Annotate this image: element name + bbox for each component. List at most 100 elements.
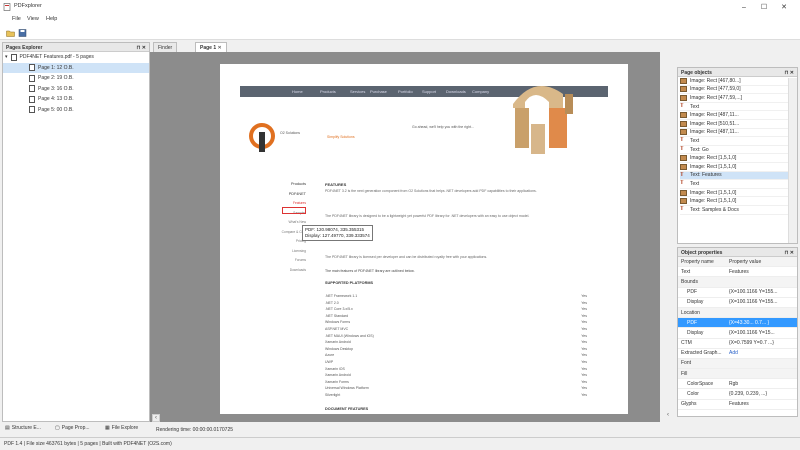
page-object-item[interactable]: Image: Rect [1,5,1,0] xyxy=(680,154,788,163)
page-object-item[interactable]: Image: Rect [510,51... xyxy=(680,120,788,129)
page-object-item[interactable]: T Text: Samples & Docs xyxy=(680,206,788,215)
open-file-icon[interactable] xyxy=(6,29,15,37)
left-menu-item[interactable]: Products xyxy=(280,182,306,186)
page-object-item[interactable]: Image: Rect [487,11... xyxy=(680,129,788,138)
tab-finder[interactable]: Finder xyxy=(153,42,178,52)
features-heading: FEATURES xyxy=(325,182,347,187)
property-row[interactable]: Display {X=100.1166 Y=155... xyxy=(678,298,797,308)
menu-file[interactable]: File xyxy=(12,16,21,22)
property-row[interactable]: Font xyxy=(678,358,797,370)
platform-support: Yes xyxy=(581,353,587,358)
company-name: O2 Solutions xyxy=(280,131,301,135)
platform-name: .NET Framework 1.1 xyxy=(325,294,358,298)
panel-pin-icon[interactable]: ⊓ ✕ xyxy=(137,45,146,51)
page-object-item[interactable]: T Text: Go xyxy=(680,146,788,155)
property-row[interactable]: Display {X=100.1166 Y=15... xyxy=(678,328,797,339)
property-row[interactable]: Bounds xyxy=(678,277,797,288)
tree-page-item[interactable]: Page 5: 00 O.B. xyxy=(3,105,149,116)
property-name: Display xyxy=(687,329,704,336)
platform-support: Yes xyxy=(581,320,587,325)
collapse-icon[interactable]: ▾ xyxy=(5,54,8,60)
tree-page-item[interactable]: Page 2: 19 O.B. xyxy=(3,73,149,84)
save-icon[interactable] xyxy=(18,29,27,37)
pdf-page[interactable]: Home Products Services Purchase Portfolio Sup… xyxy=(220,64,628,414)
property-row[interactable]: ColorSpace Rgb xyxy=(678,379,797,390)
tab-structure-explorer[interactable]: ▤ Structure E... xyxy=(2,422,44,433)
page-object-item[interactable]: Image: Rect [1,5,1,0] xyxy=(680,197,788,206)
left-menu-item[interactable]: Downloads xyxy=(280,268,306,272)
property-name: PDF xyxy=(687,319,697,326)
left-menu-item[interactable]: What's New xyxy=(280,220,306,224)
property-row[interactable]: Glyphs Features xyxy=(678,400,797,410)
page-object-item[interactable]: Image: Rect [477,59,0] xyxy=(680,86,788,95)
tab-file-explorer[interactable]: ▦ File Explore xyxy=(102,422,141,433)
platform-support: Yes xyxy=(581,294,587,298)
property-row[interactable]: Fill xyxy=(678,369,797,380)
property-row[interactable]: CTM {X=0.7599 Y=0.7 ...} xyxy=(678,339,797,349)
tree-root[interactable]: ▾ PDF4NET Features.pdf - 5 pages xyxy=(3,52,149,63)
page-objects-scrollbar[interactable] xyxy=(788,78,797,243)
tab-finder-label: Finder xyxy=(158,45,173,51)
close-button[interactable]: ✕ xyxy=(776,2,792,12)
rendering-time: Rendering time: 00:00:00.0170725 xyxy=(156,427,234,433)
blocks-image[interactable] xyxy=(505,74,583,162)
tab-page-1[interactable]: Page 1 ✕ xyxy=(195,42,227,52)
property-row[interactable]: Location xyxy=(678,307,797,319)
tree-page-item[interactable]: Page 1: 12 O.B. xyxy=(3,62,149,73)
status-bar: PDF 1.4 | File size 463761 bytes | 5 pag… xyxy=(0,437,800,450)
property-row[interactable]: Extracted Graph... Add xyxy=(678,349,797,359)
page-nav-item[interactable]: Downloads xyxy=(446,89,466,94)
page-object-label: Text: Samples & Docs xyxy=(690,206,739,213)
page-nav-item[interactable]: Products xyxy=(320,89,336,94)
page-nav-item[interactable]: Services xyxy=(350,89,365,94)
property-row[interactable]: PDF {X=43.30... 0.7... } xyxy=(678,318,797,329)
minimize-button[interactable]: – xyxy=(736,2,752,12)
menu-view[interactable]: View xyxy=(27,16,39,22)
tree-page-item[interactable]: Page 4: 13 O.B. xyxy=(3,94,149,105)
scroll-left-arrow[interactable]: ‹ xyxy=(152,414,160,422)
image-object-icon xyxy=(680,77,687,84)
page-object-item[interactable]: Image: Rect [477,59,...] xyxy=(680,94,788,103)
page-nav-item[interactable]: Purchase xyxy=(370,89,387,94)
property-name: Text xyxy=(681,268,691,275)
left-menu-item[interactable]: Features xyxy=(280,201,306,205)
toolbar xyxy=(0,26,800,40)
text-object-icon: T xyxy=(680,171,684,178)
property-row[interactable]: PDF {X=100.1166 Y=155... xyxy=(678,288,797,298)
tab-page-properties[interactable]: ▢ Page Prop... xyxy=(52,422,93,433)
structure-icon: ▤ xyxy=(5,424,10,431)
page-object-item[interactable]: Image: Rect [467,80...] xyxy=(680,77,788,86)
property-row[interactable]: Color {0.239, 0.239, ...} xyxy=(678,389,797,400)
platform-row: Xamarin Forms Yes xyxy=(325,380,587,387)
panel-pin-icon[interactable]: ⊓ ✕ xyxy=(785,250,794,256)
page-nav-item[interactable]: Company xyxy=(472,89,489,94)
text-object-icon: T xyxy=(680,146,684,153)
page-object-item[interactable]: T Text xyxy=(680,180,788,189)
platform-support: Yes xyxy=(581,346,587,351)
document-features-heading: DOCUMENT FEATURES xyxy=(325,407,369,411)
platform-support: Yes xyxy=(581,313,587,318)
tree-page-item[interactable]: Page 3: 16 O.B. xyxy=(3,84,149,95)
page-object-item[interactable]: Image: Rect [1,5,1,0] xyxy=(680,189,788,198)
page-nav-item[interactable]: Support xyxy=(422,89,436,94)
status-text: PDF 1.4 | File size 463761 bytes | 5 pag… xyxy=(4,441,172,447)
page-object-item[interactable]: T Text: Features xyxy=(680,171,788,181)
property-row[interactable]: Text Features xyxy=(678,267,797,278)
page-object-item[interactable]: T Text xyxy=(680,103,788,112)
maximize-button[interactable]: ☐ xyxy=(756,2,772,12)
property-value: {X=0.7599 Y=0.7 ...} xyxy=(729,340,774,347)
page-object-label: Image: Rect [487,11... xyxy=(690,112,739,119)
page-object-item[interactable]: Image: Rect [487,11... xyxy=(680,111,788,120)
tab-close-icon[interactable]: ✕ xyxy=(218,45,222,51)
left-menu-item[interactable]: Licensing xyxy=(280,249,306,253)
tab-file-explorer-label: File Explore xyxy=(111,424,139,431)
scroll-left-arrow[interactable]: ‹ xyxy=(667,412,669,418)
left-menu-item[interactable]: Forums xyxy=(280,258,306,262)
page-object-item[interactable]: T Text xyxy=(680,137,788,146)
panel-pin-icon[interactable]: ⊓ ✕ xyxy=(785,70,794,76)
page-nav-item[interactable]: Portfolio xyxy=(398,89,413,94)
page-object-item[interactable]: Image: Rect [1,5,1,0] xyxy=(680,163,788,172)
left-menu-item[interactable]: PDF4NET xyxy=(280,192,306,196)
page-nav-item[interactable]: Home xyxy=(292,89,303,94)
menu-help[interactable]: Help xyxy=(46,16,57,22)
